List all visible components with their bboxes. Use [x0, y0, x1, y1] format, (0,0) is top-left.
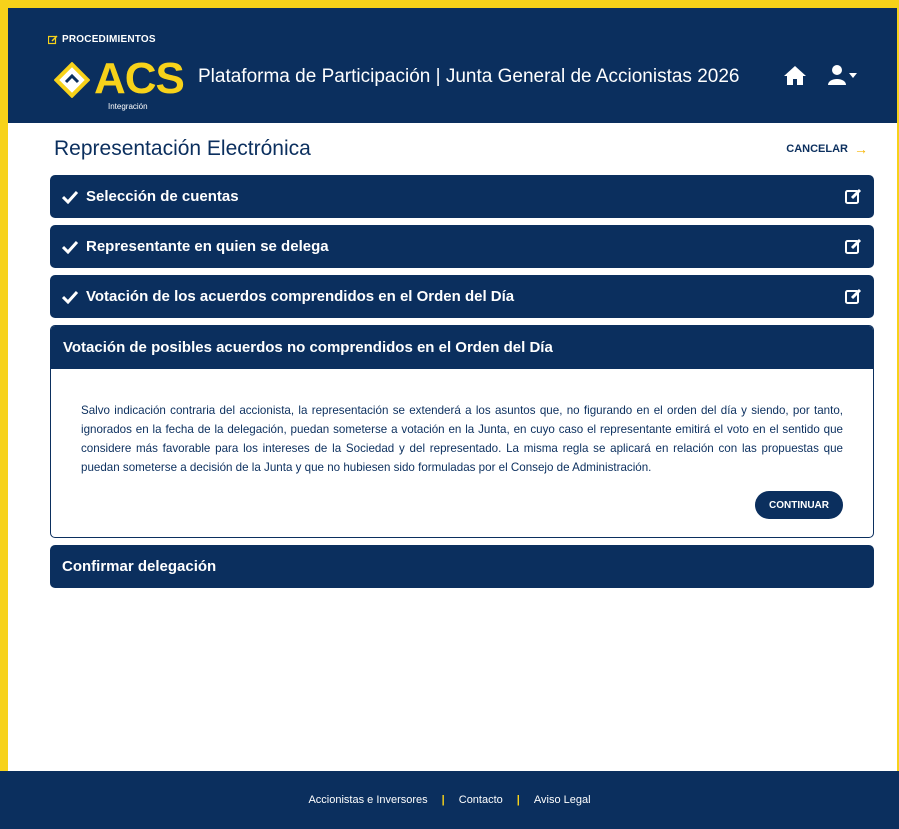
footer-separator: |	[516, 794, 520, 806]
footer-separator: |	[441, 794, 445, 806]
app-header: PROCEDIMIENTOS ACS Integración Plataform…	[8, 8, 897, 123]
edit-icon[interactable]	[845, 288, 862, 305]
page-frame: PROCEDIMIENTOS ACS Integración Plataform…	[0, 0, 899, 829]
panel-title: Votación de posibles acuerdos no compren…	[51, 326, 873, 369]
check-icon	[62, 240, 78, 254]
logo-diamond-icon	[54, 62, 90, 98]
cancel-button[interactable]: CANCELAR →	[786, 141, 868, 157]
procedures-link[interactable]: PROCEDIMIENTOS	[48, 34, 156, 45]
step-account-selection[interactable]: Selección de cuentas	[50, 175, 874, 218]
footer-link-legal[interactable]: Aviso Legal	[534, 794, 591, 806]
step-agenda-vote[interactable]: Votación de los acuerdos comprendidos en…	[50, 275, 874, 318]
active-step-panel: Votación de posibles acuerdos no compren…	[50, 325, 874, 538]
continue-button[interactable]: CONTINUAR	[755, 491, 843, 519]
step-representative[interactable]: Representante en quien se delega	[50, 225, 874, 268]
main-content: Representación Electrónica CANCELAR → Se…	[50, 123, 874, 595]
check-icon	[62, 290, 78, 304]
panel-actions: CONTINUAR	[81, 491, 843, 519]
logo-text: ACS	[94, 54, 185, 103]
edit-icon[interactable]	[845, 188, 862, 205]
acs-logo: ACS Integración	[54, 54, 185, 112]
app-title: Plataforma de Participación | Junta Gene…	[198, 66, 740, 87]
panel-body: Salvo indicación contraria del accionist…	[51, 369, 873, 537]
panel-description: Salvo indicación contraria del accionist…	[81, 404, 843, 474]
footer-link-investors[interactable]: Accionistas e Inversores	[308, 794, 427, 806]
step-label: Representante en quien se delega	[86, 238, 329, 255]
step-label: Selección de cuentas	[86, 188, 239, 205]
page-title: Representación Electrónica	[54, 137, 311, 160]
step-label: Votación de los acuerdos comprendidos en…	[86, 288, 515, 305]
check-icon	[62, 190, 78, 204]
footer-link-contact[interactable]: Contacto	[459, 794, 503, 806]
cancel-label: CANCELAR	[786, 143, 848, 155]
header-icons	[783, 64, 859, 86]
edit-icon[interactable]	[845, 238, 862, 255]
home-icon[interactable]	[783, 64, 807, 86]
footer: Accionistas e Inversores | Contacto | Av…	[0, 771, 899, 829]
page-header: Representación Electrónica CANCELAR →	[50, 123, 874, 175]
step-label: Confirmar delegación	[62, 558, 217, 575]
step-confirm-delegation[interactable]: Confirmar delegación	[50, 545, 874, 588]
edit-icon	[48, 34, 58, 44]
arrow-right-icon: →	[854, 141, 868, 157]
user-menu-icon[interactable]	[827, 64, 859, 86]
procedures-label: PROCEDIMIENTOS	[62, 34, 156, 45]
logo-subtitle: Integración	[108, 102, 148, 111]
